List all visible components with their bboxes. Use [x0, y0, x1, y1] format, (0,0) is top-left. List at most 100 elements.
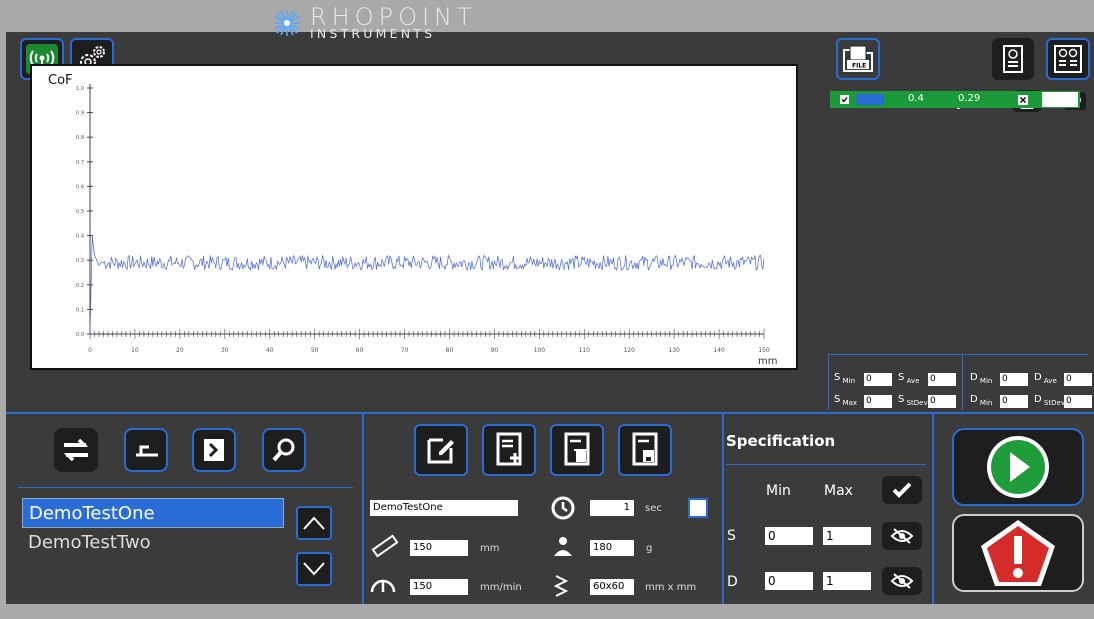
top-frame	[0, 0, 1094, 32]
stat-value: 0	[928, 395, 956, 408]
mass-field[interactable]: 180	[590, 540, 634, 556]
play-icon	[987, 436, 1049, 498]
x-tick-label: 120	[623, 347, 635, 354]
report-single-button[interactable]	[992, 38, 1034, 80]
new-document-icon	[496, 432, 522, 466]
cof-chart-svg: 0.0 0.1 0.2 0.3 0.4 0.5 0.6 0.7 0.8 0.9 1.0 0 10 20 30…	[48, 73, 777, 367]
stat-value: 0	[1000, 373, 1028, 386]
x-tick-label: 10	[131, 347, 139, 354]
y-tick-label: 0.1	[76, 307, 84, 313]
sled-size-unit: mm x mm	[645, 582, 697, 593]
time-unit: sec	[645, 503, 662, 514]
spec-max-label: Max	[824, 483, 853, 499]
starburst-logo-icon	[274, 10, 300, 36]
stat-value: 0	[864, 373, 892, 386]
specification-title: Specification	[726, 432, 836, 450]
data-series-line	[89, 235, 765, 335]
spec-panel-divider	[932, 414, 934, 604]
time-field[interactable]: 1	[590, 500, 634, 516]
svg-text:FILE: FILE	[852, 63, 866, 70]
cof-chart: 0.0 0.1 0.2 0.3 0.4 0.5 0.6 0.7 0.8 0.9 1.0 0 10 20 30…	[30, 64, 798, 370]
speedometer-icon	[370, 579, 396, 593]
checkmark-icon	[892, 482, 912, 498]
chevron-down-icon	[303, 562, 325, 576]
row-note-field[interactable]	[1042, 92, 1078, 107]
stat-value: 0	[864, 395, 892, 408]
sled-setup-button[interactable]	[124, 428, 168, 472]
spec-d-min-field[interactable]: 0	[765, 572, 813, 590]
x-tick-label: 100	[534, 347, 546, 354]
x-tick-label: 20	[176, 347, 184, 354]
stat-value: 0	[1064, 373, 1092, 386]
x-tick-label: 80	[446, 347, 454, 354]
spec-s-visibility-button[interactable]	[882, 522, 922, 550]
spec-s-min-field[interactable]: 0	[765, 527, 813, 545]
report-single-icon	[1003, 45, 1023, 73]
file-folder-icon: FILE	[843, 45, 873, 72]
stat-label: S Min	[834, 372, 856, 385]
start-test-button[interactable]	[952, 428, 1084, 506]
search-button[interactable]	[262, 428, 306, 472]
form-panel-divider	[722, 414, 724, 604]
y-tick-label: 0.5	[76, 209, 84, 215]
mode-toggle-button[interactable]	[54, 428, 98, 472]
result-static: 0.4	[908, 93, 924, 104]
bottom-panel-divider	[6, 412, 1094, 414]
test-name-field[interactable]: DemoTestOne	[370, 500, 518, 516]
edit-test-button[interactable]	[414, 424, 468, 476]
x-tick-label: 110	[579, 347, 591, 354]
sled-size-field[interactable]: 60x60	[590, 579, 634, 595]
test-list: DemoTestOne DemoTestTwo	[22, 468, 284, 558]
delete-test-button[interactable]	[550, 424, 604, 476]
stat-label: D Min	[970, 394, 993, 407]
test-list-item[interactable]: DemoTestOne	[22, 498, 284, 528]
distance-unit: mm	[480, 543, 500, 554]
time-checkbox[interactable]	[688, 498, 708, 518]
chevron-up-icon	[303, 516, 325, 530]
y-tick-label: 1.0	[76, 86, 84, 92]
x-tick-label: 0	[88, 347, 92, 354]
result-row[interactable]: 0.4 0.29	[830, 91, 1080, 108]
delete-row-icon[interactable]	[1018, 95, 1028, 105]
move-down-button[interactable]	[296, 552, 332, 586]
report-multi-icon	[1054, 45, 1082, 73]
stat-value: 0	[928, 373, 956, 386]
spec-enable-button[interactable]	[882, 476, 922, 504]
new-test-button[interactable]	[482, 424, 536, 476]
spec-d-visibility-button[interactable]	[882, 567, 922, 595]
spec-s-max-field[interactable]: 1	[823, 527, 871, 545]
delete-document-icon	[564, 432, 590, 466]
stop-test-button[interactable]	[952, 514, 1084, 592]
stat-label: S StDev	[898, 394, 928, 407]
y-tick-label: 0.2	[76, 283, 84, 289]
stats-mid-border	[962, 354, 963, 410]
stat-value: 0	[1064, 395, 1092, 408]
move-up-button[interactable]	[296, 506, 332, 540]
y-tick-label: 0.9	[76, 111, 84, 117]
stat-label: S Max	[834, 394, 858, 407]
report-multi-button[interactable]	[1046, 38, 1090, 80]
spec-d-max-field[interactable]: 1	[823, 572, 871, 590]
book-arrow-icon	[204, 439, 224, 461]
test-list-item[interactable]: DemoTestTwo	[22, 528, 284, 558]
stat-label: D StDev	[1034, 394, 1065, 407]
stat-label: D Min	[970, 372, 993, 385]
bottom-frame	[0, 604, 1094, 619]
alert-stop-icon	[981, 520, 1055, 586]
speed-unit: mm/min	[480, 582, 522, 593]
save-test-button[interactable]	[618, 424, 672, 476]
series-color-swatch	[856, 94, 884, 105]
swap-arrows-icon	[63, 438, 89, 462]
stat-label: D Ave	[1034, 372, 1057, 385]
file-button[interactable]: FILE	[836, 38, 880, 80]
row-checkbox-icon[interactable]	[840, 95, 849, 104]
weight-person-icon	[554, 537, 572, 556]
speed-field[interactable]: 150	[410, 579, 468, 595]
ruler-icon	[371, 534, 399, 558]
eye-hidden-icon	[890, 528, 914, 544]
x-tick-label: 40	[266, 347, 274, 354]
data-view-button[interactable]	[192, 428, 236, 472]
distance-field[interactable]: 150	[410, 540, 468, 556]
mass-unit: g	[646, 543, 653, 554]
y-tick-label: 0.0	[76, 332, 84, 338]
